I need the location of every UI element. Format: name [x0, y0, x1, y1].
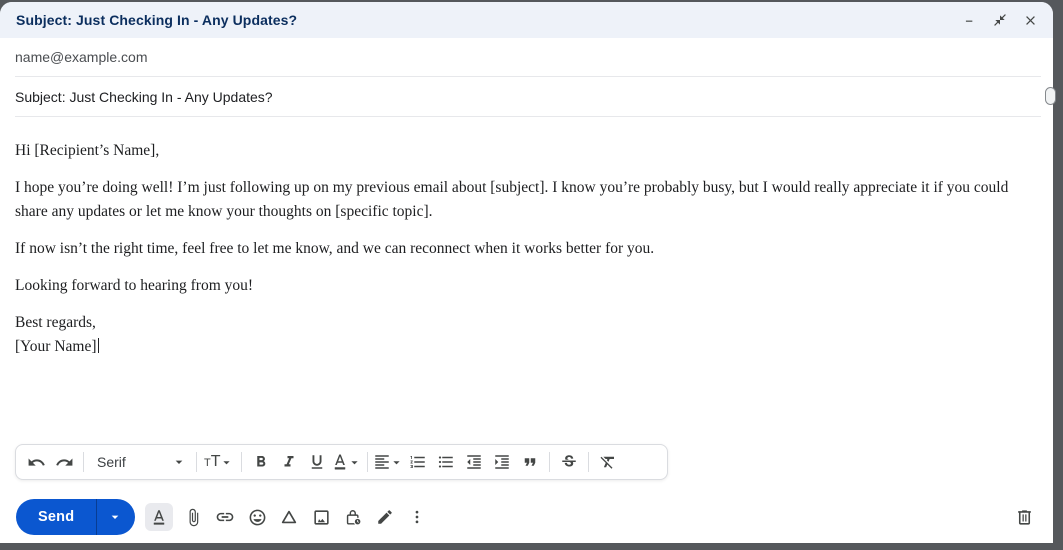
exit-fullscreen-button[interactable] [989, 9, 1011, 31]
chevron-down-icon [350, 460, 358, 464]
body-paragraph: Hi [Recipient’s Name], [15, 142, 160, 159]
text-cursor [97, 338, 100, 353]
message-body-editor[interactable]: Hi [Recipient’s Name], I hope you’re doi… [0, 117, 1053, 359]
chevron-down-icon [175, 460, 183, 464]
recipient-value: name@example.com [15, 49, 148, 65]
bulleted-list-icon [438, 456, 453, 468]
insert-emoji-button[interactable] [241, 501, 273, 533]
formatting-options-button[interactable] [145, 503, 174, 531]
confidential-mode-button[interactable] [337, 501, 369, 533]
minimize-icon [965, 20, 973, 22]
subject-value: Subject: Just Checking In - Any Updates? [15, 88, 273, 105]
text-color-button[interactable] [331, 448, 362, 476]
quote-button[interactable] [516, 448, 544, 476]
undo-button[interactable] [22, 448, 50, 476]
close-button[interactable] [1019, 9, 1041, 31]
toolbar-divider [83, 452, 84, 472]
compose-action-icons [145, 501, 433, 533]
send-button-group: Send [16, 499, 136, 535]
align-button[interactable] [373, 448, 404, 476]
font-size-button[interactable]: TT [202, 448, 236, 476]
subject-row: Subject: Just Checking In - Any Updates? [0, 77, 1053, 117]
pen-icon [378, 510, 393, 524]
underline-icon [311, 455, 322, 469]
indent-less-button[interactable] [460, 448, 488, 476]
chevron-down-icon [392, 460, 400, 464]
strikethrough-icon [561, 455, 576, 467]
strikethrough-button[interactable] [555, 448, 583, 476]
recipient-row: name@example.com [0, 38, 1053, 77]
send-button[interactable]: Send [16, 499, 96, 535]
send-label: Send [38, 509, 75, 525]
remove-formatting-icon [600, 456, 614, 469]
font-family-value: Serif [97, 454, 126, 470]
quote-icon [524, 458, 535, 466]
numbered-list-button[interactable] [404, 448, 432, 476]
indent-less-icon [466, 455, 481, 469]
bold-button[interactable] [247, 448, 275, 476]
remove-formatting-button[interactable] [594, 448, 622, 476]
more-options-button[interactable] [401, 501, 433, 533]
attach-file-button[interactable] [177, 501, 209, 533]
compose-title: Subject: Just Checking In - Any Updates? [16, 12, 298, 28]
image-icon [314, 509, 329, 525]
subject-field[interactable]: Subject: Just Checking In - Any Updates? [15, 77, 1041, 117]
indent-more-button[interactable] [488, 448, 516, 476]
send-options-button[interactable] [97, 499, 135, 535]
toolbar-divider [587, 452, 589, 472]
italic-icon [284, 456, 294, 467]
exit-fullscreen-icon [994, 14, 1006, 26]
bulleted-list-button[interactable] [432, 448, 460, 476]
lock-clock-icon [346, 509, 362, 525]
chevron-down-icon [222, 460, 230, 464]
close-icon [1025, 15, 1035, 25]
recipient-field[interactable]: name@example.com [15, 38, 1041, 77]
toolbar-divider [240, 452, 242, 472]
toolbar-divider [548, 452, 550, 472]
font-family-select[interactable]: Serif [89, 448, 191, 476]
insert-photo-button[interactable] [305, 501, 337, 533]
link-icon [216, 512, 234, 522]
compose-titlebar[interactable]: Subject: Just Checking In - Any Updates? [0, 2, 1053, 38]
underline-button[interactable] [303, 448, 331, 476]
body-paragraph: Looking forward to hearing from you! [15, 277, 254, 294]
formatting-options-icon [154, 510, 165, 525]
paperclip-icon [189, 508, 198, 526]
toolbar-divider [196, 452, 197, 472]
body-paragraph: I hope you’re doing well! I’m just follo… [15, 179, 1009, 220]
redo-icon [55, 458, 72, 466]
body-paragraph: If now isn’t the right time, feel free t… [15, 240, 655, 257]
italic-button[interactable] [275, 448, 303, 476]
compose-window: Subject: Just Checking In - Any Updates?… [0, 2, 1053, 543]
discard-draft-button[interactable] [1007, 500, 1041, 534]
insert-signature-button[interactable] [369, 501, 401, 533]
drive-icon [282, 510, 297, 524]
signature-line: Best regards, [15, 314, 96, 331]
numbered-list-icon [410, 456, 425, 468]
chevron-down-icon [111, 515, 119, 519]
window-controls [959, 9, 1041, 31]
formatting-toolbar: Serif TT [15, 444, 668, 480]
indent-more-icon [494, 455, 509, 469]
redo-button[interactable] [50, 448, 78, 476]
body-signature: Best regards, [Your Name] [15, 311, 1035, 359]
emoji-icon [249, 509, 266, 525]
insert-from-drive-button[interactable] [273, 501, 305, 533]
undo-icon [28, 458, 45, 466]
minimize-button[interactable] [959, 9, 981, 31]
send-toolbar: Send [16, 498, 1041, 536]
scrollbar-handle[interactable] [1045, 87, 1056, 105]
more-vert-icon [415, 510, 419, 524]
signature-line: [Your Name] [15, 338, 97, 355]
toolbar-divider [366, 452, 368, 472]
insert-link-button[interactable] [209, 501, 241, 533]
bold-icon [256, 456, 265, 467]
trash-icon [1017, 509, 1031, 525]
